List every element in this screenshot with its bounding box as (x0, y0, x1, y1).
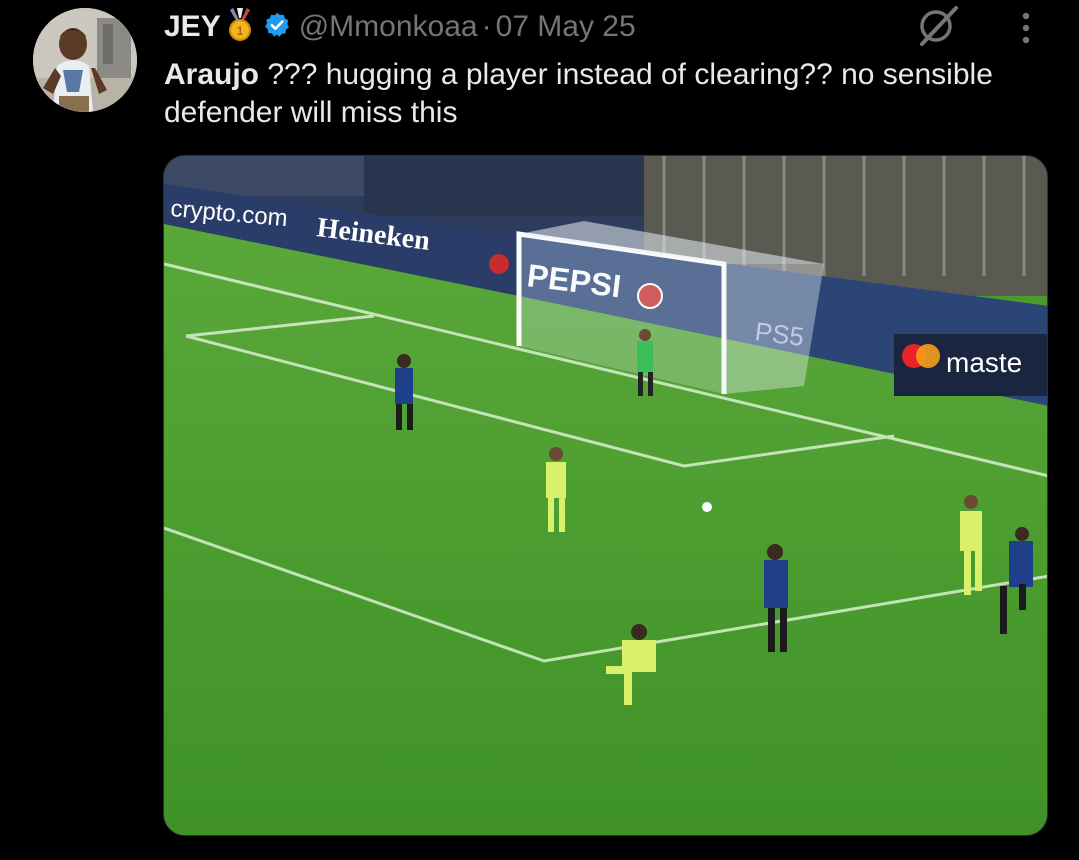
tweet-date[interactable]: 07 May 25 (496, 10, 636, 44)
svg-text:1: 1 (236, 24, 243, 38)
verified-badge-icon[interactable] (263, 11, 291, 44)
display-name[interactable]: JEY (164, 10, 221, 44)
more-options-icon[interactable] (1014, 8, 1038, 53)
tweet-header: JEY 1 @Mmonkoaa · 07 May 25 (164, 6, 636, 48)
tweet-text-bold: Araujo (164, 58, 260, 91)
tweet-text-body: ??? hugging a player instead of clearing… (164, 58, 993, 129)
user-handle[interactable]: @Mmonkoaa (299, 10, 478, 44)
tweet-text: Araujo ??? hugging a player instead of c… (164, 56, 1044, 132)
gold-medal-icon: 1 (227, 7, 253, 47)
separator-dot: · (481, 10, 492, 43)
board-mastercard: maste (946, 347, 1022, 378)
grok-icon[interactable] (914, 4, 962, 53)
avatar[interactable] (33, 8, 137, 112)
tweet-media-image[interactable]: crypto.com Heineken PEPSI PS5 maste (163, 155, 1048, 836)
